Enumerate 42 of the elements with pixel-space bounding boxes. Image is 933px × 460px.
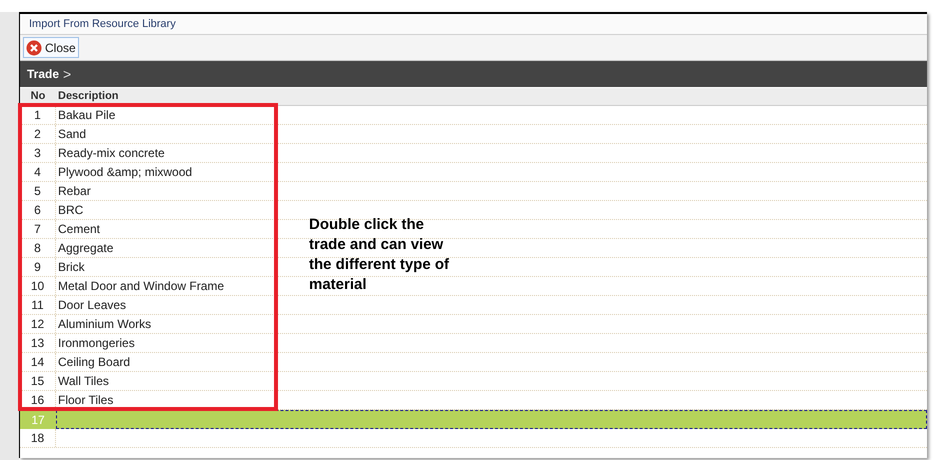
row-number[interactable]: 9 [20,258,56,276]
description-cell[interactable]: Plywood &amp; mixwood [56,163,194,181]
row-number[interactable]: 10 [20,277,56,295]
close-icon [26,40,42,56]
breadcrumb-separator: > [63,64,72,84]
description-cell[interactable]: Brick [56,258,87,276]
close-button[interactable]: Close [23,37,79,58]
description-cell[interactable]: Aluminium Works [56,315,154,333]
description-cell[interactable]: Ready-mix concrete [56,144,167,162]
row-number[interactable]: 12 [20,315,56,333]
row-number[interactable]: 14 [20,353,56,371]
description-cell[interactable]: Door Leaves [56,296,128,314]
description-cell[interactable]: Ceiling Board [56,353,132,371]
breadcrumb-item[interactable]: Trade [27,65,60,83]
column-header[interactable]: No [20,88,56,105]
row-number[interactable]: 3 [20,144,56,162]
column-header[interactable]: Description [56,88,119,105]
annotation-text: Double click the trade and can view the different type of material [309,215,450,295]
row-number[interactable]: 4 [20,163,56,181]
row-number[interactable]: 16 [20,391,56,409]
row-number[interactable]: 15 [20,372,56,390]
row-number[interactable]: 1 [20,106,56,124]
description-cell[interactable]: Aggregate [56,239,116,257]
row-number[interactable]: 11 [20,296,56,314]
description-cell[interactable]: Wall Tiles [56,372,111,390]
row-number[interactable]: 8 [20,239,56,257]
description-cell[interactable]: Rebar [56,182,93,200]
description-cell[interactable]: Metal Door and Window Frame [56,277,226,295]
description-cell[interactable]: Floor Tiles [56,391,116,409]
selected-row-cell[interactable] [56,410,927,429]
row-number[interactable]: 7 [20,220,56,238]
description-cell[interactable]: Cement [56,220,102,238]
description-cell[interactable]: Bakau Pile [56,106,118,124]
window-title: Import From Resource Library [29,16,176,32]
description-cell[interactable]: Ironmongeries [56,334,137,352]
row-number[interactable]: 2 [20,125,56,143]
row-number[interactable]: 5 [20,182,56,200]
description-cell[interactable]: BRC [56,201,86,219]
description-cell[interactable]: Sand [56,125,88,143]
row-number[interactable]: 6 [20,201,56,219]
row-number[interactable]: 18 [20,429,56,447]
row-number[interactable]: 13 [20,334,56,352]
